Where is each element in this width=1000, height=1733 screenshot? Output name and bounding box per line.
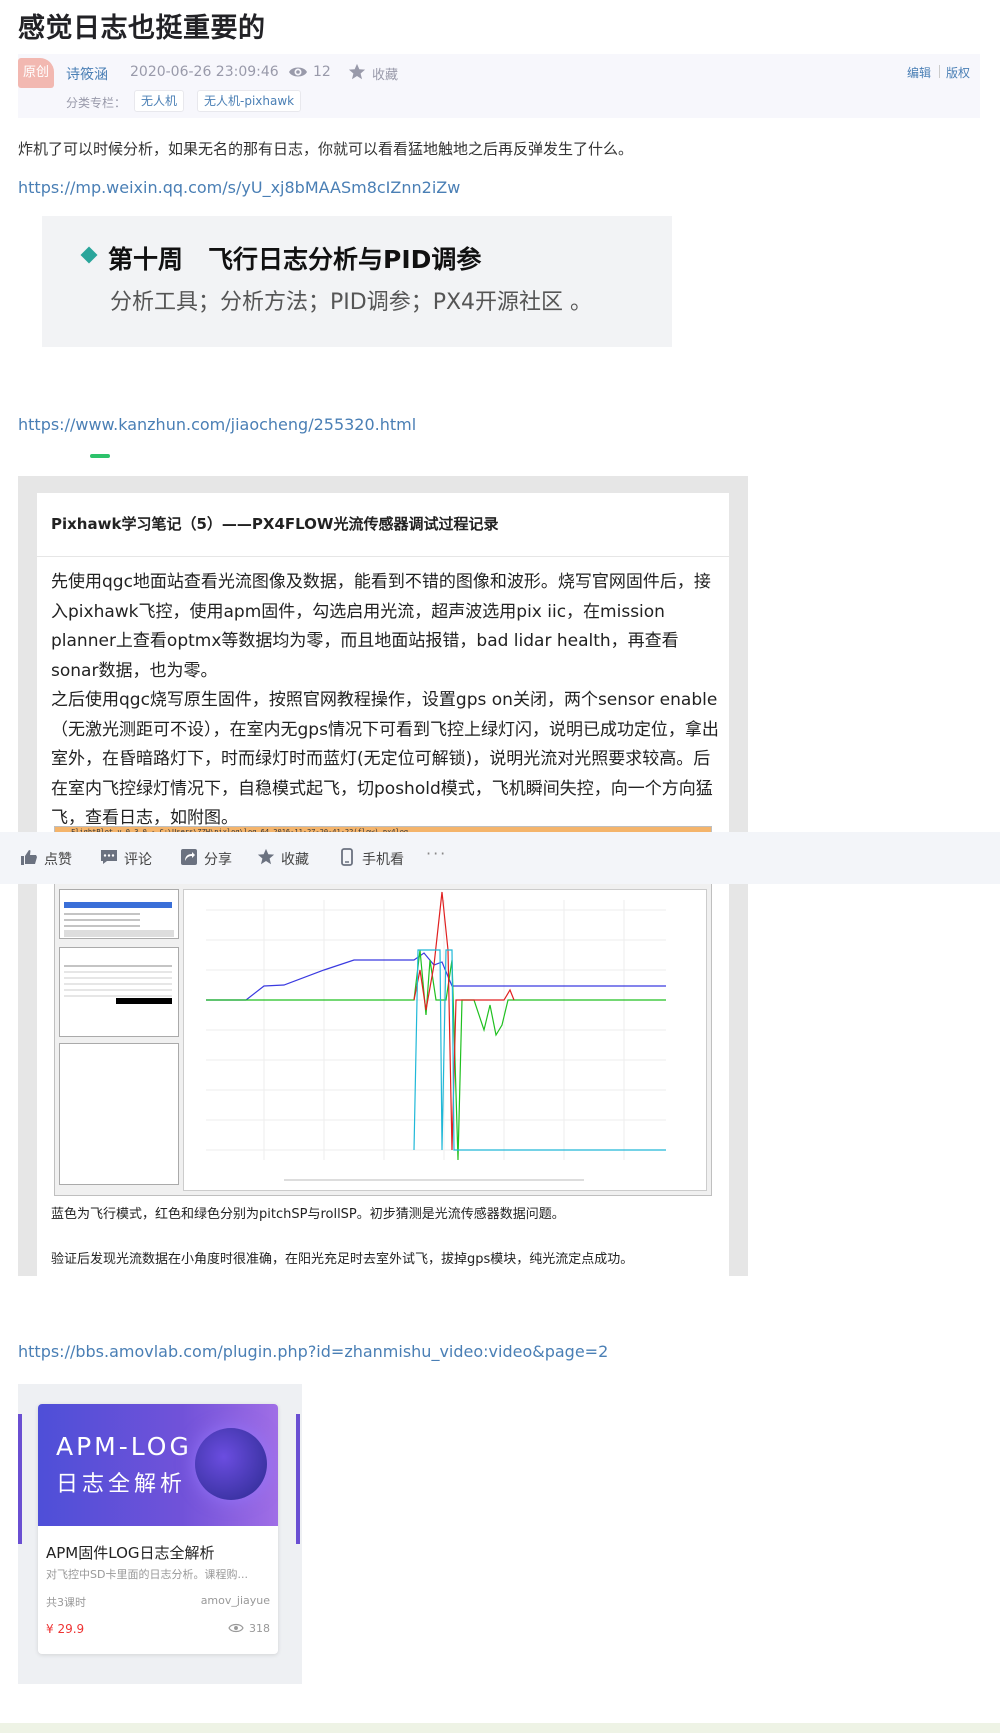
course-slide-image: 第十周 飞行日志分析与PID调参 分析工具；分析方法；PID调参；PX4开源社区… (42, 216, 672, 347)
course-description: 对飞控中SD卡里面的日志分析。课程购... (46, 1568, 248, 1581)
image-caption: 验证后发现光流数据在小角度时很准确，在阳光充足时去室外试飞，拔掉gps模块，纯光… (51, 1252, 634, 1267)
course-card-frame: APM-LOG 日志全解析 APM固件LOG日志全解析 对飞控中SD卡里面的日志… (18, 1384, 302, 1684)
course-card[interactable]: APM-LOG 日志全解析 APM固件LOG日志全解析 对飞控中SD卡里面的日志… (38, 1404, 278, 1654)
collect-action-label: 收藏 (281, 852, 309, 868)
thumbs-up-icon (21, 850, 37, 865)
link-kanzhun[interactable]: https://www.kanzhun.com/jiaocheng/255320… (18, 415, 416, 434)
category-tag-drone-pixhawk[interactable]: 无人机-pixhawk (197, 90, 302, 112)
share-icon (181, 849, 197, 865)
more-options-button[interactable]: ··· (426, 844, 447, 863)
comment-label: 评论 (124, 852, 152, 868)
screenshot-parameters-panel (59, 947, 179, 1037)
diamond-bullet-icon (80, 246, 98, 264)
course-banner-title: APM-LOG (56, 1432, 192, 1461)
embedded-article-title: Pixhawk学习笔记（5）——PX4FLOW光流传感器调试过程记录 (51, 515, 499, 533)
author-link[interactable]: 诗筱涵 (66, 64, 108, 84)
original-badge: 原创 (18, 58, 54, 88)
course-price: ¥ 29.9 (46, 1622, 85, 1636)
screenshot-side-panels (59, 889, 179, 1189)
image-caption: 蓝色为飞行模式，红色和绿色分别为pitchSP与rollSP。初步猜测是光流传感… (51, 1207, 565, 1222)
decorative-strip (18, 1414, 22, 1544)
field-list-lines (64, 902, 174, 937)
parameters-table-lines (64, 965, 172, 1004)
star-icon[interactable] (348, 63, 366, 81)
screenshot-plot-drawing (206, 891, 666, 1181)
embedded-article-body: 先使用qgc地面站查看光流图像及数据，能看到不错的图像和波形。烧写官网固件后，接… (51, 568, 721, 834)
article-action-bar: 点赞 评论 分享 收藏 手机看 ··· (0, 832, 1000, 884)
slide-subtitle: 分析工具；分析方法；PID调参；PX4开源社区 。 (110, 290, 593, 315)
category-tag-drone[interactable]: 无人机 (134, 90, 185, 112)
screenshot-field-list (59, 889, 179, 939)
slide-title: 第十周 飞行日志分析与PID调参 (108, 245, 482, 274)
embedded-article: Pixhawk学习笔记（5）——PX4FLOW光流传感器调试过程记录 先使用qg… (37, 493, 729, 1276)
course-view-count: 318 (249, 1622, 270, 1635)
divider (37, 556, 729, 557)
link-amovlab[interactable]: https://bbs.amovlab.com/plugin.php?id=zh… (18, 1342, 608, 1361)
course-banner: APM-LOG 日志全解析 (38, 1404, 278, 1526)
edit-link[interactable]: 编辑 (907, 64, 931, 81)
embedded-paragraph: 先使用qgc地面站查看光流图像及数据，能看到不错的图像和波形。烧写官网固件后，接… (51, 572, 711, 681)
course-lesson-count: 共3课时 (46, 1596, 86, 1609)
course-orb-illustration (195, 1428, 267, 1500)
course-author: amov_jiayue (200, 1594, 270, 1607)
course-banner-subtitle: 日志全解析 (56, 1472, 187, 1497)
article-meta: 原创 诗筱涵 2020-06-26 23:09:46 12 收藏 编辑 版权 分… (18, 54, 980, 118)
green-mark (90, 454, 110, 458)
article-title: 感觉日志也挺重要的 (18, 13, 266, 44)
eye-icon (228, 1623, 244, 1633)
embedded-paragraph: 之后使用qgc烧写原生固件，按照官网教程操作，设置gps on关闭，两个sens… (51, 690, 719, 828)
eye-icon (289, 67, 307, 77)
bottom-strip (0, 1723, 1000, 1733)
intro-paragraph: 炸机了可以时候分析，如果无名的那有日志，你就可以看看猛地触地之后再反弹发生了什么… (18, 140, 634, 158)
mobile-icon (341, 848, 353, 866)
share-label: 分享 (204, 852, 232, 868)
star-icon (257, 848, 275, 865)
decorative-strip (296, 1414, 300, 1544)
course-name: APM固件LOG日志全解析 (46, 1544, 215, 1562)
like-label: 点赞 (44, 852, 72, 868)
comment-icon (101, 850, 117, 864)
mobile-view-label: 手机看 (362, 852, 404, 868)
link-weixin[interactable]: https://mp.weixin.qq.com/s/yU_xj8bMAASm8… (18, 178, 460, 197)
divider (939, 65, 940, 78)
view-count: 12 (313, 64, 331, 80)
collect-button[interactable]: 收藏 (372, 64, 398, 83)
publish-date: 2020-06-26 23:09:46 (130, 64, 279, 80)
screenshot-log-messages-panel (59, 1043, 179, 1185)
copyright-link[interactable]: 版权 (946, 64, 970, 81)
category-label: 分类专栏： (66, 96, 127, 110)
screenshot-plot (183, 889, 707, 1191)
